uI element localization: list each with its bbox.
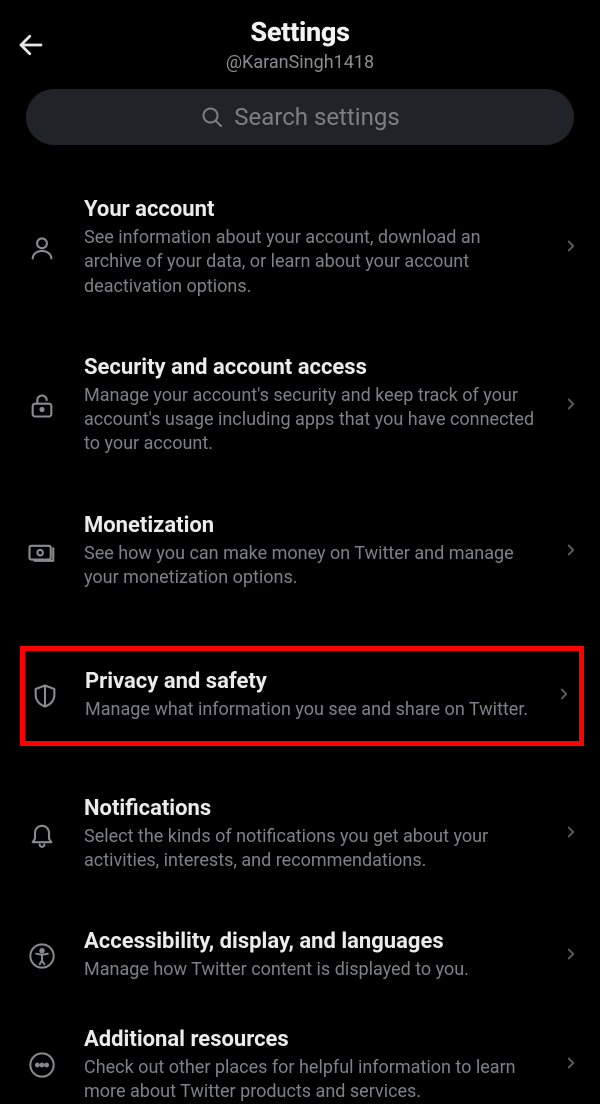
person-icon xyxy=(24,234,60,262)
chevron-right-icon xyxy=(562,237,586,259)
item-desc: Manage your account's security and keep … xyxy=(84,384,538,457)
search-icon xyxy=(200,105,224,129)
arrow-left-icon xyxy=(16,30,46,60)
settings-item-security[interactable]: Security and account access Manage your … xyxy=(0,355,600,457)
search-placeholder: Search settings xyxy=(234,103,399,131)
chevron-right-icon xyxy=(562,395,586,417)
chevron-right-icon xyxy=(562,1054,586,1076)
chevron-right-icon xyxy=(562,823,586,845)
chevron-right-icon xyxy=(562,945,586,967)
item-title: Security and account access xyxy=(84,355,538,380)
item-title: Monetization xyxy=(84,513,538,538)
item-desc: Manage what information you see and shar… xyxy=(85,698,535,722)
item-title: Accessibility, display, and languages xyxy=(84,929,538,954)
item-title: Your account xyxy=(84,197,538,222)
shield-icon xyxy=(25,682,65,710)
item-title: Privacy and safety xyxy=(85,669,535,694)
item-desc: Check out other places for helpful infor… xyxy=(84,1056,538,1104)
accessibility-icon xyxy=(24,942,60,970)
chevron-right-icon xyxy=(562,541,586,563)
settings-item-privacy-safety[interactable]: Privacy and safety Manage what informati… xyxy=(20,646,584,745)
search-input[interactable]: Search settings xyxy=(26,89,574,145)
item-desc: Select the kinds of notifications you ge… xyxy=(84,825,538,874)
settings-item-notifications[interactable]: Notifications Select the kinds of notifi… xyxy=(0,796,600,874)
item-desc: Manage how Twitter content is displayed … xyxy=(84,958,538,982)
item-title: Notifications xyxy=(84,796,538,821)
header-username: @KaranSingh1418 xyxy=(0,52,600,73)
settings-item-monetization[interactable]: Monetization See how you can make money … xyxy=(0,513,600,591)
settings-item-additional-resources[interactable]: Additional resources Check out other pla… xyxy=(0,1027,600,1104)
page-title: Settings xyxy=(0,16,600,48)
item-desc: See how you can make money on Twitter an… xyxy=(84,542,538,591)
header: Settings @KaranSingh1418 xyxy=(0,8,600,79)
item-desc: See information about your account, down… xyxy=(84,226,538,299)
settings-item-your-account[interactable]: Your account See information about your … xyxy=(0,197,600,299)
back-button[interactable] xyxy=(16,30,46,64)
search-container: Search settings xyxy=(0,79,600,163)
lock-icon xyxy=(24,392,60,420)
settings-item-accessibility[interactable]: Accessibility, display, and languages Ma… xyxy=(0,929,600,982)
item-title: Additional resources xyxy=(84,1027,538,1052)
more-circle-icon xyxy=(24,1051,60,1079)
settings-list: Your account See information about your … xyxy=(0,163,600,1104)
bell-icon xyxy=(24,820,60,848)
chevron-right-icon xyxy=(555,685,579,707)
status-bar xyxy=(0,0,600,8)
cash-icon xyxy=(24,537,60,567)
